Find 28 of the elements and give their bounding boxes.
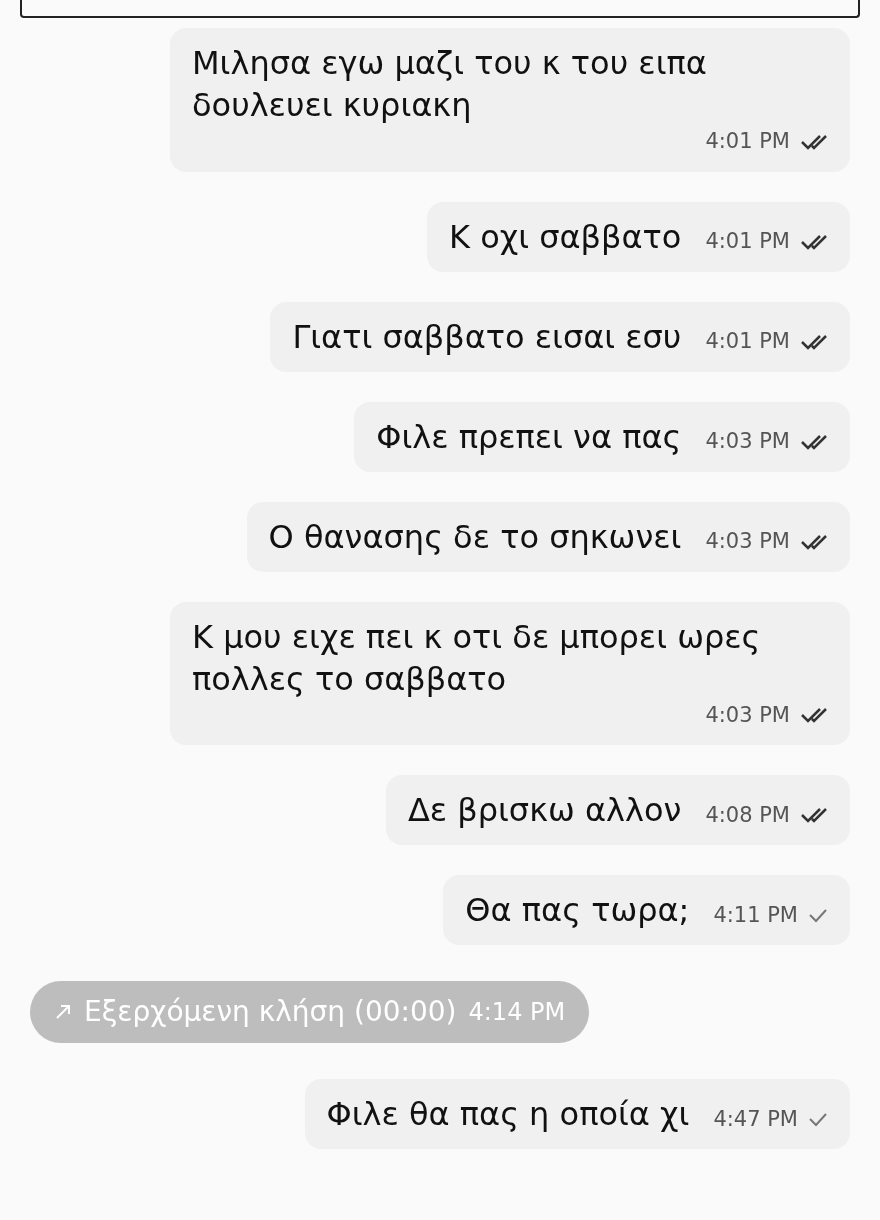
message-text: Ο θανασης δε το σηκωνει (268, 516, 682, 558)
double-check-icon (800, 132, 828, 151)
message-time: 4:47 PM (713, 1105, 798, 1133)
message-text: Γιατι σαββατο εισαι εσυ (292, 316, 682, 358)
message-time: 4:03 PM (705, 428, 790, 455)
outgoing-arrow-icon (54, 1003, 72, 1021)
message-text: Κ μου ειχε πει κ οτι δε μπορει ωρες πολλες το σαββατο (192, 616, 762, 700)
message-time: 4:01 PM (705, 128, 790, 155)
double-check-icon (800, 706, 828, 725)
message-time: 4:08 PM (705, 801, 790, 829)
message-text: Κ οχι σαββατο (449, 216, 682, 258)
call-time: 4:14 PM (468, 997, 566, 1028)
double-check-icon (800, 232, 828, 251)
call-label: Εξερχόμενη κλήση (00:00) (84, 994, 457, 1030)
double-check-icon (800, 432, 828, 451)
message-time: 4:03 PM (705, 701, 790, 729)
message-text: Φιλε πρεπει να πας (376, 416, 682, 458)
double-check-icon (800, 332, 828, 351)
message-text: Δε βρισκω αλλον (407, 790, 682, 831)
message-time: 4:01 PM (705, 228, 790, 255)
message-text: Φιλε θα πας η οποία χι (326, 1094, 690, 1135)
message-time: 4:11 PM (713, 901, 798, 929)
double-check-icon (800, 806, 828, 825)
message-time: 4:03 PM (705, 528, 790, 555)
message-text: Θα πας τωρα; (465, 890, 690, 931)
double-check-icon (800, 532, 828, 551)
message-text: Μιλησα εγω μαζι του κ του ειπα δουλευει κυριακη (192, 43, 708, 126)
message-time: 4:01 PM (705, 328, 790, 355)
